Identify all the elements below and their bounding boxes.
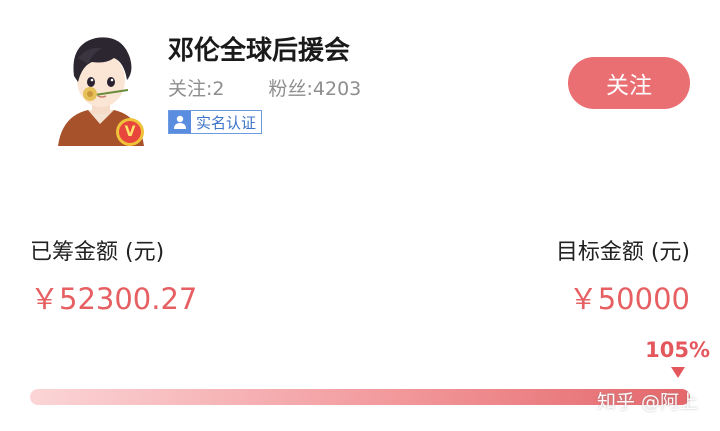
profile-name: 邓伦全球后援会 [168, 36, 351, 66]
verification-badge: 实名认证 [168, 110, 263, 134]
profile-stats: 关注:2 粉丝:4203 [168, 74, 361, 101]
watermark: 知乎 @阿上 [596, 391, 698, 413]
verification-label: 实名认证 [196, 113, 257, 132]
progress-pointer-icon [671, 367, 685, 378]
raised-amount-value: ￥52300.27 [30, 282, 198, 316]
following-count[interactable]: 关注:2 [168, 78, 225, 100]
avatar[interactable]: V [48, 24, 152, 146]
progress-fill [30, 389, 690, 405]
progress-bar [30, 389, 690, 405]
vip-badge-label: V [124, 124, 136, 140]
raised-amount-label: 已筹金额 (元) [30, 240, 165, 265]
fans-count[interactable]: 粉丝:4203 [269, 78, 362, 100]
person-icon [169, 111, 191, 133]
progress-percent: 105% [645, 338, 710, 362]
target-amount-label: 目标金额 (元) [555, 240, 690, 265]
vip-badge: V [116, 118, 144, 146]
follow-button[interactable]: 关注 [568, 57, 690, 109]
target-amount-value: ￥50000 [568, 282, 690, 316]
